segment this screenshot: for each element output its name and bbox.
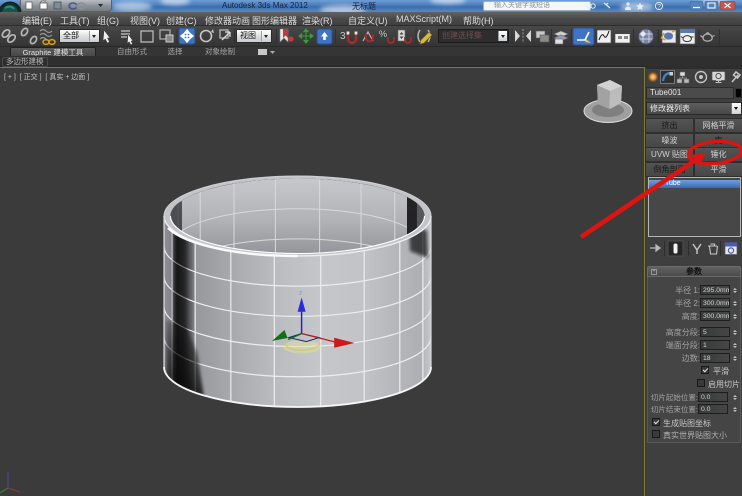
svg-text:%: % (379, 29, 387, 39)
svg-text:3: 3 (340, 31, 346, 42)
svg-text:?: ? (657, 4, 661, 11)
svg-text:z: z (299, 290, 302, 297)
